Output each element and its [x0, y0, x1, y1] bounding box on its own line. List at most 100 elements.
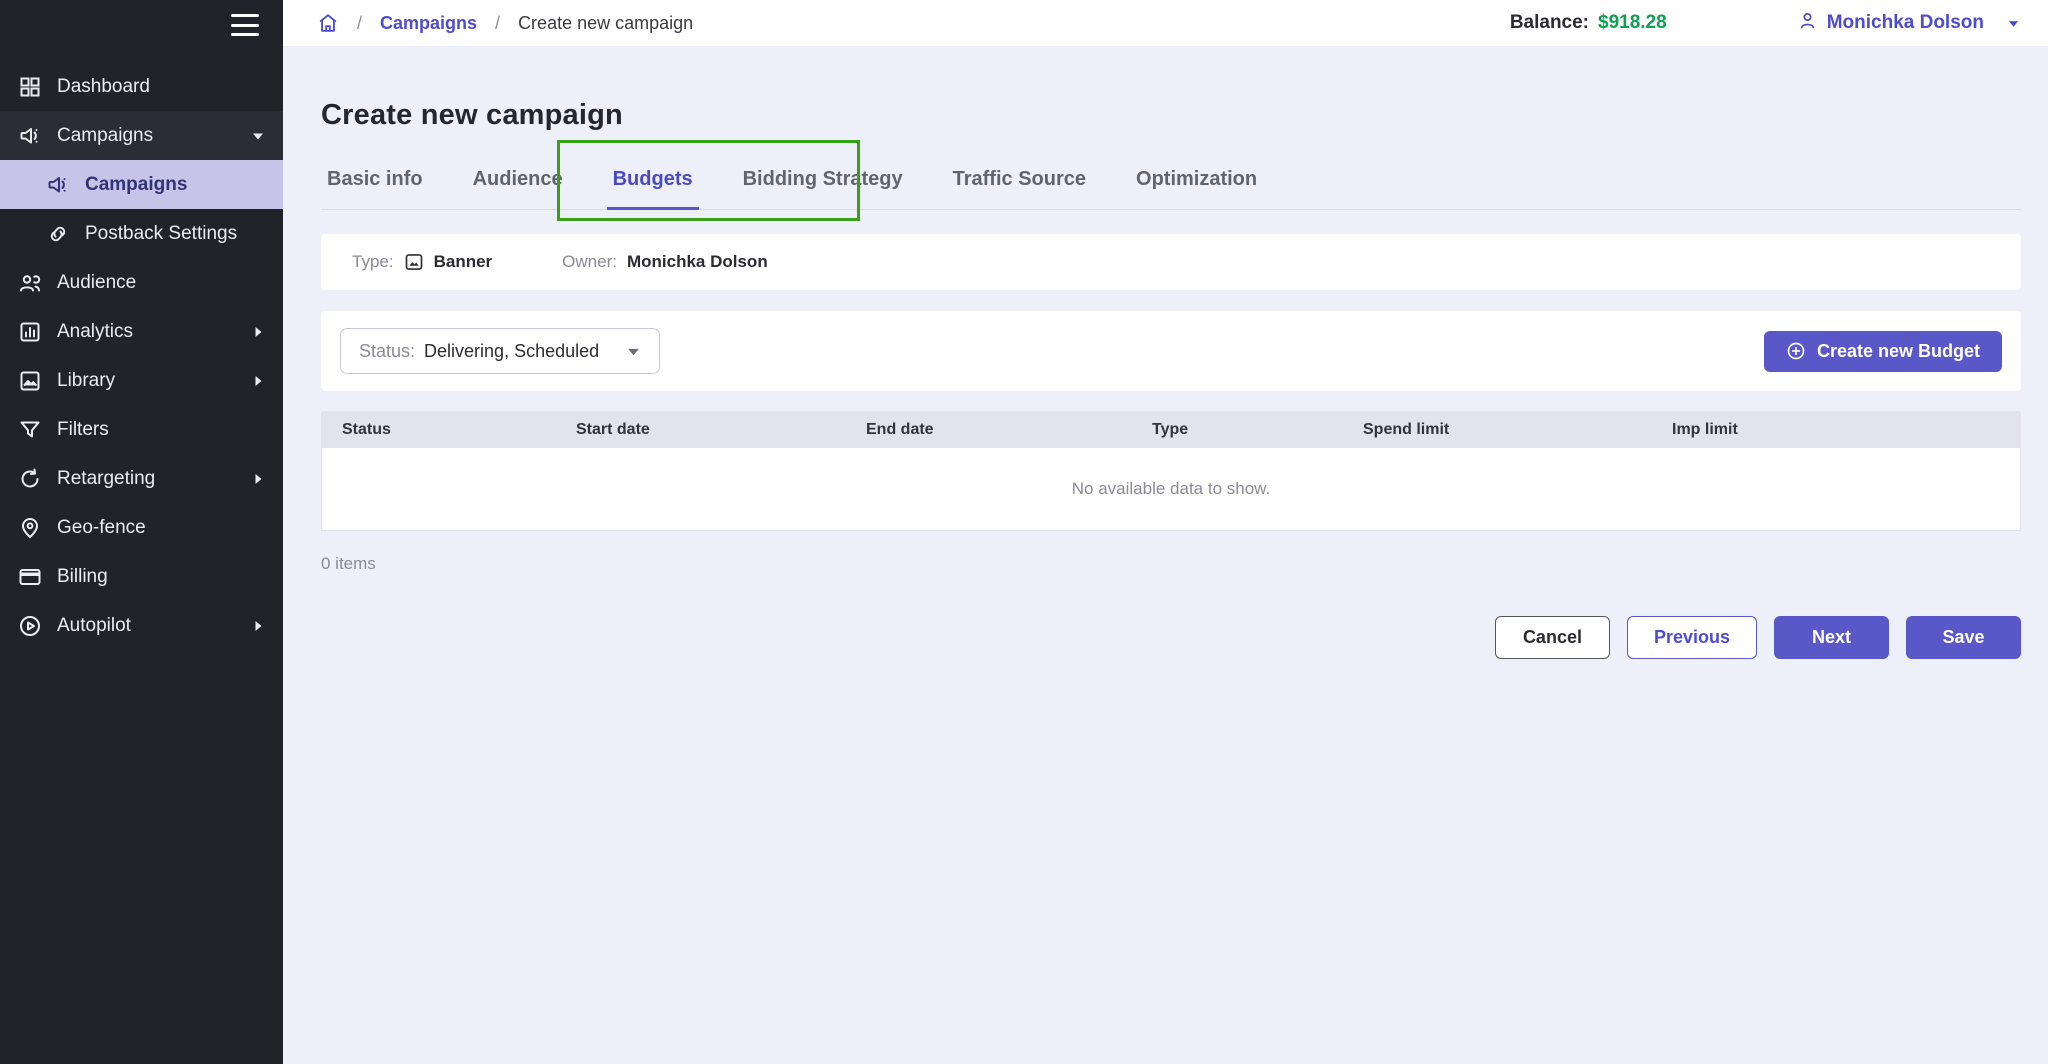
previous-button[interactable]: Previous — [1627, 616, 1757, 659]
save-button[interactable]: Save — [1906, 616, 2021, 659]
create-new-budget-label: Create new Budget — [1817, 341, 1980, 362]
next-button[interactable]: Next — [1774, 616, 1889, 659]
banner-type-icon — [404, 252, 424, 272]
sidebar-item-label: Library — [57, 370, 115, 392]
sidebar-item-label: Autopilot — [57, 615, 131, 637]
play-circle-icon — [18, 614, 42, 638]
link-icon — [46, 222, 70, 246]
items-count: 0 items — [321, 554, 2021, 574]
sidebar-item-library[interactable]: Library — [0, 356, 283, 405]
map-pin-icon — [18, 516, 42, 540]
credit-card-icon — [18, 565, 42, 589]
budget-filter-card: Status: Delivering, Scheduled Create new… — [321, 311, 2021, 391]
dashboard-grid-icon — [18, 75, 42, 99]
column-header-start-date[interactable]: Start date — [576, 421, 866, 439]
sidebar-item-label: Audience — [57, 272, 136, 294]
topbar: / Campaigns / Create new campaign Balanc… — [283, 0, 2048, 47]
page-title: Create new campaign — [321, 99, 2021, 132]
table-header-row: Status Start date End date Type Spend li… — [321, 411, 2021, 448]
users-icon — [18, 271, 42, 295]
column-header-imp-limit[interactable]: Imp limit — [1672, 421, 2021, 439]
create-new-budget-button[interactable]: Create new Budget — [1764, 331, 2002, 372]
refresh-icon — [18, 467, 42, 491]
type-label: Type: — [352, 252, 394, 272]
owner-pair: Owner: Monichka Dolson — [562, 252, 768, 272]
owner-value: Monichka Dolson — [627, 252, 768, 272]
campaign-info-card: Type: Banner Owner: Monichka Dolson — [321, 234, 2021, 290]
budgets-table: Status Start date End date Type Spend li… — [321, 411, 2021, 531]
table-empty-state: No available data to show. — [321, 448, 2021, 531]
status-filter-dropdown[interactable]: Status: Delivering, Scheduled — [340, 328, 660, 374]
tab-basic-info[interactable]: Basic info — [321, 154, 429, 210]
sidebar-item-analytics[interactable]: Analytics — [0, 307, 283, 356]
image-icon — [18, 369, 42, 393]
tab-traffic-source[interactable]: Traffic Source — [947, 154, 1092, 210]
sidebar-item-autopilot[interactable]: Autopilot — [0, 601, 283, 650]
balance-label: Balance: — [1510, 12, 1589, 34]
sidebar-item-retargeting[interactable]: Retargeting — [0, 454, 283, 503]
sidebar-item-label: Billing — [57, 566, 108, 588]
balance-value: $918.28 — [1598, 12, 1667, 34]
sidebar-item-label: Campaigns — [57, 125, 153, 147]
empty-state-text: No available data to show. — [1072, 479, 1270, 499]
tab-audience[interactable]: Audience — [467, 154, 569, 210]
status-filter-value: Delivering, Scheduled — [424, 341, 599, 362]
tab-budgets[interactable]: Budgets — [607, 154, 699, 210]
sidebar-item-campaigns[interactable]: Campaigns — [0, 160, 283, 209]
sidebar-item-label: Filters — [57, 419, 109, 441]
chevron-right-icon — [251, 472, 265, 486]
breadcrumb-link-campaigns[interactable]: Campaigns — [380, 13, 477, 34]
breadcrumb: / Campaigns / Create new campaign — [317, 12, 693, 34]
sidebar-item-postback-settings[interactable]: Postback Settings — [0, 209, 283, 258]
megaphone-icon — [46, 173, 70, 197]
tab-bidding-strategy[interactable]: Bidding Strategy — [737, 154, 909, 210]
owner-label: Owner: — [562, 252, 617, 272]
sidebar-item-billing[interactable]: Billing — [0, 552, 283, 601]
sidebar-item-dashboard[interactable]: Dashboard — [0, 62, 283, 111]
sidebar: Dashboard Campaigns Campaigns Postback S… — [0, 0, 283, 1064]
funnel-icon — [18, 418, 42, 442]
chevron-right-icon — [251, 619, 265, 633]
sidebar-item-label: Analytics — [57, 321, 133, 343]
sidebar-item-geo-fence[interactable]: Geo-fence — [0, 503, 283, 552]
chevron-right-icon — [251, 325, 265, 339]
sidebar-item-label: Postback Settings — [85, 223, 237, 245]
main-content: Create new campaign Basic info Audience … — [321, 47, 2021, 659]
chevron-right-icon — [251, 374, 265, 388]
column-header-spend-limit[interactable]: Spend limit — [1363, 421, 1672, 439]
menu-icon[interactable] — [231, 14, 259, 36]
status-filter-label: Status: — [359, 341, 415, 362]
bar-chart-icon — [18, 320, 42, 344]
tab-optimization[interactable]: Optimization — [1130, 154, 1263, 210]
column-header-type[interactable]: Type — [1152, 421, 1363, 439]
type-value: Banner — [434, 252, 493, 272]
sidebar-item-label: Dashboard — [57, 76, 150, 98]
user-icon — [1797, 10, 1818, 36]
megaphone-icon — [18, 124, 42, 148]
topbar-right: Balance: $918.28 Monichka Dolson — [1510, 10, 2020, 36]
sidebar-item-label: Campaigns — [85, 174, 187, 196]
column-header-status[interactable]: Status — [342, 421, 576, 439]
balance: Balance: $918.28 — [1510, 12, 1667, 34]
column-header-end-date[interactable]: End date — [866, 421, 1152, 439]
sidebar-nav: Dashboard Campaigns Campaigns Postback S… — [0, 62, 283, 650]
sidebar-item-audience[interactable]: Audience — [0, 258, 283, 307]
sidebar-item-label: Geo-fence — [57, 517, 146, 539]
breadcrumb-separator: / — [495, 13, 500, 34]
type-pair: Type: Banner — [352, 252, 492, 272]
form-actions: Cancel Previous Next Save — [321, 616, 2021, 659]
user-name: Monichka Dolson — [1827, 12, 1984, 34]
sidebar-item-label: Retargeting — [57, 468, 155, 490]
chevron-down-icon — [2007, 17, 2020, 30]
breadcrumb-current: Create new campaign — [518, 13, 693, 34]
breadcrumb-separator: / — [357, 13, 362, 34]
home-icon[interactable] — [317, 12, 339, 34]
tab-bar: Basic info Audience Budgets Bidding Stra… — [321, 154, 2021, 210]
sidebar-item-filters[interactable]: Filters — [0, 405, 283, 454]
cancel-button[interactable]: Cancel — [1495, 616, 1610, 659]
sidebar-item-campaigns-parent[interactable]: Campaigns — [0, 111, 283, 160]
plus-circle-icon — [1786, 341, 1806, 361]
chevron-down-icon — [626, 344, 641, 359]
chevron-down-icon — [251, 129, 265, 143]
user-menu[interactable]: Monichka Dolson — [1797, 10, 2020, 36]
